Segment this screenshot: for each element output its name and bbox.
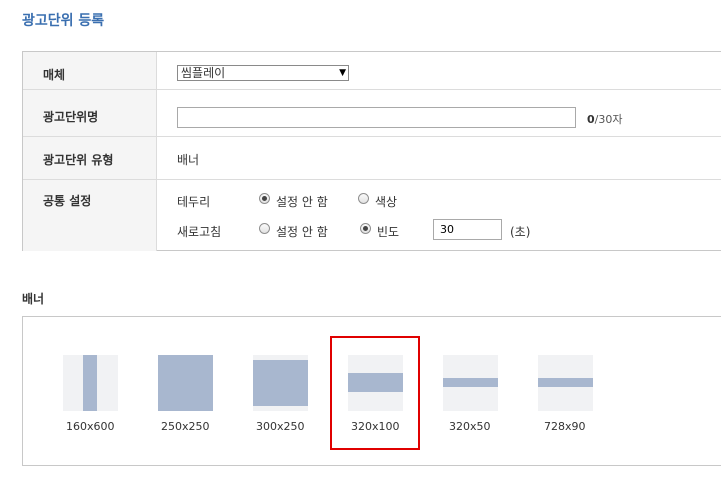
unit-type-label-cell: 광고단위 유형 xyxy=(23,137,157,179)
media-select-value: 씸플레이 xyxy=(181,66,226,80)
border-color-label[interactable]: 색상 xyxy=(375,193,397,210)
selected-banner-highlight xyxy=(330,336,420,450)
ad-unit-form: 매체 씸플레이 ▼ 광고단위명 0/30자 광고단위 유형 배너 공통 설정 테… xyxy=(22,51,721,251)
refresh-none-label[interactable]: 설정 안 함 xyxy=(276,223,328,240)
unit-name-counter: 0/30자 xyxy=(587,111,622,127)
banner-thumb-728x90 xyxy=(538,355,593,411)
banner-option-250x250[interactable]: 250x250 xyxy=(158,355,234,445)
refresh-unit-label: (초) xyxy=(510,225,531,239)
banner-thumb-250x250 xyxy=(158,355,213,411)
unit-type-value: 배너 xyxy=(177,153,200,167)
refresh-freq-radio[interactable] xyxy=(360,223,371,234)
banner-size-picker: 160x600 250x250 300x250 320x100 320x50 7… xyxy=(22,316,721,466)
common-settings-value-cell: 테두리 설정 안 함 색상 새로고침 설정 안 함 빈도 (초) xyxy=(177,180,721,251)
banner-label: 300x250 xyxy=(256,420,305,433)
unit-name-max: /30자 xyxy=(594,113,623,126)
banner-thumb-300x250 xyxy=(253,355,308,411)
unit-name-label: 광고단위명 xyxy=(43,110,99,124)
refresh-setting: 새로고침 설정 안 함 빈도 (초) xyxy=(177,219,677,241)
refresh-none-radio[interactable] xyxy=(259,223,270,234)
unit-name-value-cell: 0/30자 xyxy=(177,90,721,136)
page-title: 광고단위 등록 xyxy=(22,13,105,29)
unit-type-row: 광고단위 유형 배너 xyxy=(23,137,721,180)
banner-option-300x250[interactable]: 300x250 xyxy=(253,355,329,445)
banner-label: 250x250 xyxy=(161,420,210,433)
banner-label: 160x600 xyxy=(66,420,115,433)
banner-option-728x90[interactable]: 728x90 xyxy=(538,355,614,445)
unit-name-label-cell: 광고단위명 xyxy=(23,90,157,136)
banner-option-160x600[interactable]: 160x600 xyxy=(63,355,139,445)
banner-label: 728x90 xyxy=(544,420,586,433)
refresh-freq-input[interactable] xyxy=(433,219,502,240)
refresh-freq-label[interactable]: 빈도 xyxy=(377,223,399,240)
banner-thumb-320x50 xyxy=(443,355,498,411)
common-settings-row: 공통 설정 테두리 설정 안 함 색상 새로고침 설정 안 함 빈도 (초) xyxy=(23,180,721,251)
border-color-radio[interactable] xyxy=(358,193,369,204)
unit-name-count: 0 xyxy=(587,113,595,126)
media-label-cell: 매체 xyxy=(23,52,157,89)
banner-option-320x50[interactable]: 320x50 xyxy=(443,355,519,445)
media-select[interactable]: 씸플레이 ▼ xyxy=(177,65,349,81)
banner-thumb-160x600 xyxy=(63,355,118,411)
common-settings-label-cell: 공통 설정 xyxy=(23,180,157,251)
border-label: 테두리 xyxy=(177,195,211,209)
border-setting: 테두리 설정 안 함 색상 xyxy=(177,190,677,210)
banner-section-title: 배너 xyxy=(22,292,45,306)
media-label: 매체 xyxy=(43,68,66,82)
unit-type-label: 광고단위 유형 xyxy=(43,153,114,167)
border-none-radio[interactable] xyxy=(259,193,270,204)
refresh-label: 새로고침 xyxy=(177,225,222,239)
unit-name-input[interactable] xyxy=(177,107,576,128)
common-settings-label: 공통 설정 xyxy=(43,194,92,208)
media-row: 매체 씸플레이 ▼ xyxy=(23,52,721,90)
border-none-label[interactable]: 설정 안 함 xyxy=(276,193,328,210)
unit-name-row: 광고단위명 0/30자 xyxy=(23,90,721,137)
chevron-down-icon[interactable]: ▼ xyxy=(339,66,346,80)
media-value-cell: 씸플레이 ▼ xyxy=(177,52,721,89)
banner-label: 320x50 xyxy=(449,420,491,433)
unit-type-value-cell: 배너 xyxy=(177,137,721,179)
